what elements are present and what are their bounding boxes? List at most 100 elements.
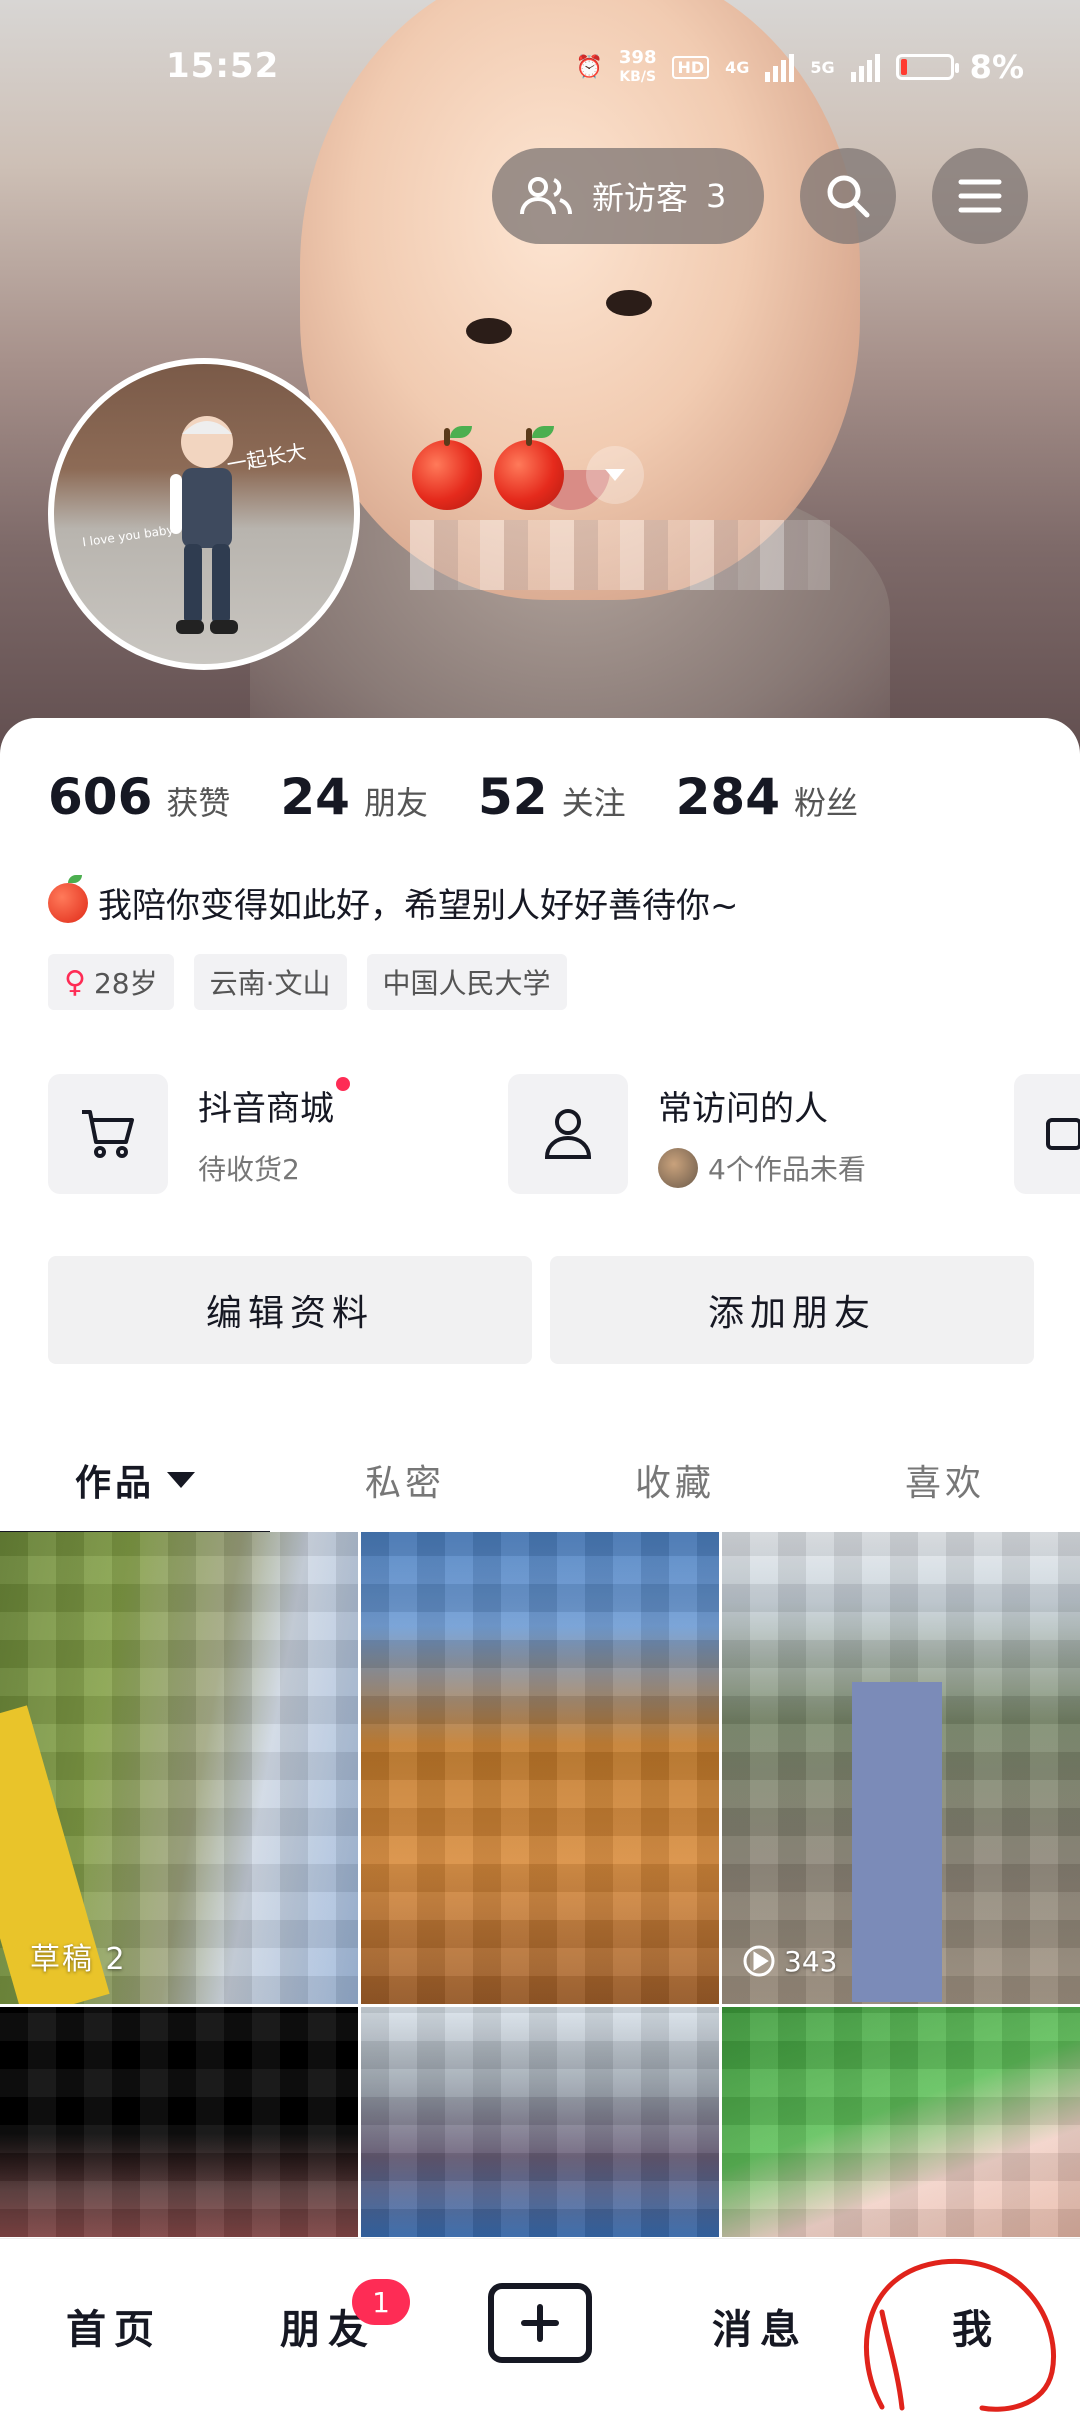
folder-icon [1046,1118,1080,1150]
stat-followers[interactable]: 284 粉丝 [676,768,858,826]
tab-private[interactable]: 私密 [270,1430,540,1530]
play-count-value: 343 [784,1944,838,1978]
shortcut-shop-sub: 待收货2 [198,1152,300,1186]
profile-actions: 编辑资料 添加朋友 [48,1256,1034,1364]
pixelated-thumbnail [0,2007,358,2237]
nav-messages[interactable]: 消息 [712,2297,808,2355]
stat-following[interactable]: 52 关注 [478,768,626,826]
video-tile[interactable] [361,2007,719,2237]
shortcut-shop-title: 抖音商城 [198,1076,350,1130]
cover-eye [606,290,652,316]
alarm-icon: ⏰ [575,54,603,80]
shortcut-frequent-title: 常访问的人 [658,1088,828,1129]
search-icon [827,175,870,218]
content-tabs: 作品 私密 收藏 喜欢 [0,1430,1080,1536]
signal-icon [850,52,880,82]
apple-emoji [412,426,482,510]
account-switch-button[interactable] [586,446,644,504]
person-icon-box [508,1074,628,1194]
visitor-avatar [658,1147,698,1188]
visitors-icon [520,177,572,215]
stat-number: 284 [675,768,780,826]
profile-cover[interactable]: 15:52 ⏰ 398 KB/S HD 4G 5G 8% 新访客 3 I lov… [0,0,1080,760]
red-circle-annotation [863,2258,1056,2412]
friends-badge: 1 [352,2279,410,2325]
tag-location: 云南·文山 [193,954,347,1010]
avatar[interactable]: I love you baby 一起长大 [48,358,360,670]
avatar-caption: I love you baby [81,522,175,550]
stat-number: 52 [478,768,548,826]
search-button[interactable] [800,148,896,244]
edit-profile-button[interactable]: 编辑资料 [48,1256,532,1364]
pixelated-thumbnail [361,2007,719,2237]
hd-icon: HD [672,55,710,79]
pixelated-thumbnail [722,2007,1080,2237]
shop-icon-box [48,1074,168,1194]
stat-label: 关注 [561,784,626,822]
play-count: 343 [742,1944,837,1978]
tag-age-text: 28岁 [93,967,158,1000]
create-button[interactable] [488,2283,592,2363]
shortcut-shop[interactable]: 抖音商城 待收货2 [48,1074,508,1194]
new-visitors-count: 3 [706,177,727,215]
tab-works[interactable]: 作品 [0,1430,270,1536]
status-bar: 15:52 ⏰ 398 KB/S HD 4G 5G 8% [0,42,1080,98]
stat-label: 朋友 [363,784,428,822]
person-icon [544,1109,592,1159]
sim2-label: 5G [810,57,835,77]
tab-favorites[interactable]: 收藏 [540,1430,810,1530]
stat-number: 24 [280,768,350,826]
stat-friends[interactable]: 24 朋友 [280,768,428,826]
tag-school: 中国人民大学 [366,954,567,1010]
video-tile[interactable]: 343 [722,1532,1080,2004]
stat-number: 606 [48,768,153,826]
shortcut-frequent-visitors[interactable]: 常访问的人 4个作品未看 [508,1074,968,1194]
speed-value: 398 [618,46,657,68]
signal-icon [765,52,795,82]
cover-eye [466,318,512,344]
stat-label: 粉丝 [793,784,858,822]
caret-down-icon [167,1472,195,1488]
new-visitors-button[interactable]: 新访客 3 [492,148,764,244]
menu-button[interactable] [932,148,1028,244]
pixelated-thumbnail [361,1532,719,2004]
tab-works-label: 作品 [74,1463,155,1504]
cart-icon [82,1110,134,1158]
shortcut-row: 抖音商城 待收货2 常访问的人 4个作品未看 [48,1074,968,1194]
shortcut-frequent-sub: 4个作品未看 [658,1147,866,1188]
new-visitors-label: 新访客 [592,179,689,217]
draft-label: 草稿 2 [30,1942,127,1977]
video-tile[interactable] [0,2007,358,2237]
stats-row: 606 获赞 24 朋友 52 关注 284 粉丝 [48,768,908,826]
plus-icon [521,2304,559,2342]
video-tile[interactable] [722,2007,1080,2237]
bio-text: 我陪你变得如此好，希望别人好好善待你~ [98,886,739,926]
sim1-label: 4G [725,57,750,77]
video-grid: 草稿 2 343 [0,1532,1080,2237]
shortcut-more[interactable] [1014,1074,1080,1194]
battery-icon [895,54,959,80]
menu-icon [958,179,1002,213]
profile-tags: ♀ 28岁 云南·文山 中国人民大学 [48,954,567,1010]
stat-label: 获赞 [166,784,231,822]
unread-dot [336,1076,350,1091]
video-tile[interactable] [361,1532,719,2004]
bio[interactable]: 我陪你变得如此好，希望别人好好善待你~ [48,874,739,927]
battery-percent: 8% [969,48,1024,86]
account-id-blurred [410,520,830,590]
avatar-child-figure [170,416,238,634]
speed-unit: KB/S [619,68,657,85]
thumbnail-detail [852,1682,942,2002]
network-speed: 398 KB/S [618,46,657,86]
draft-tile[interactable]: 草稿 2 [0,1532,358,2004]
nav-home[interactable]: 首页 [66,2297,162,2355]
tab-likes[interactable]: 喜欢 [810,1430,1080,1530]
nickname[interactable] [412,426,644,510]
tag-age: ♀ 28岁 [48,954,174,1010]
shortcut-frequent-sub-text: 4个作品未看 [708,1152,866,1186]
stat-likes[interactable]: 606 获赞 [48,768,230,826]
shortcut-shop-title-text: 抖音商城 [198,1088,334,1129]
add-friend-button[interactable]: 添加朋友 [550,1256,1034,1364]
female-icon: ♀ [64,964,86,1000]
status-time: 15:52 [166,46,280,86]
